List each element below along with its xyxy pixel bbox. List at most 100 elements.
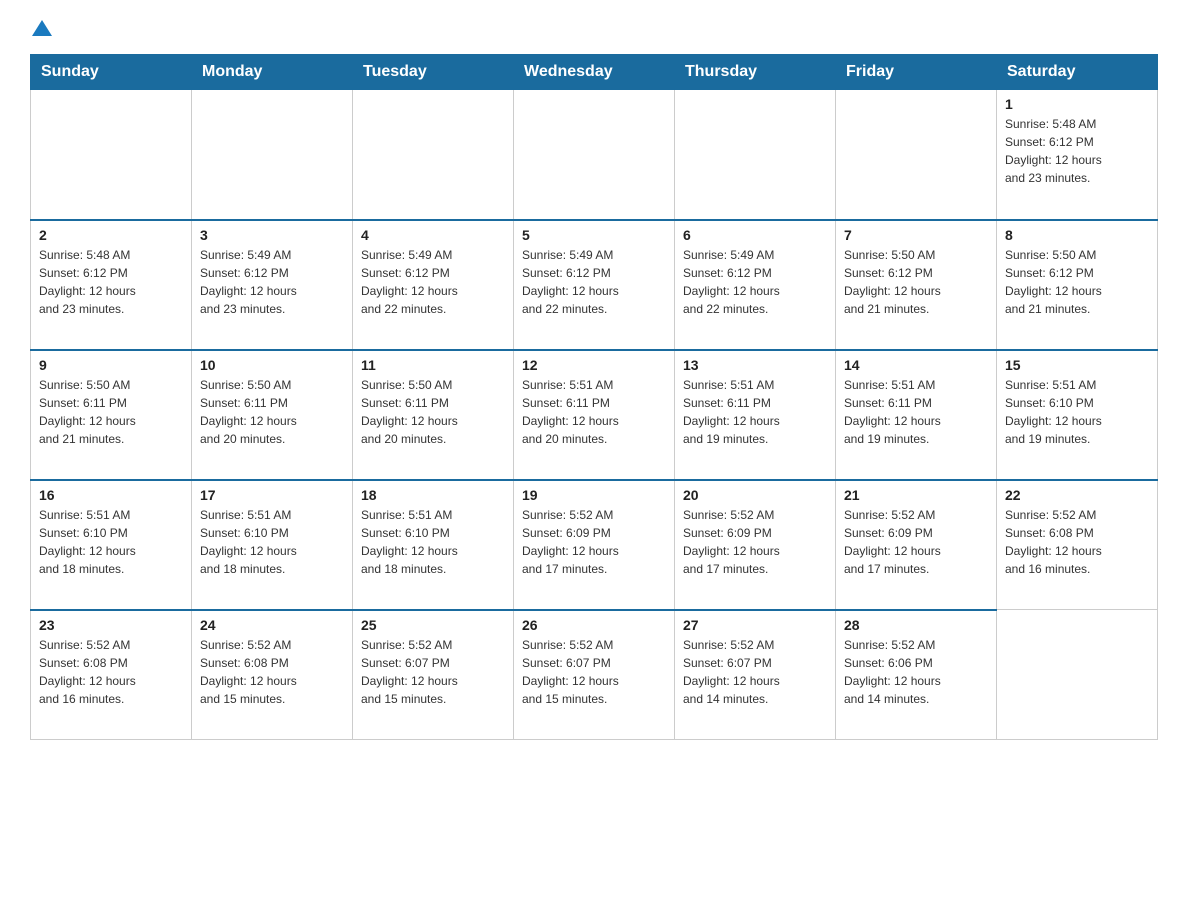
day-number: 9	[39, 357, 183, 373]
calendar-week-3: 9 Sunrise: 5:50 AM Sunset: 6:11 PM Daylig…	[31, 350, 1158, 480]
day-info: Sunrise: 5:52 AM Sunset: 6:06 PM Dayligh…	[844, 636, 988, 708]
day-number: 27	[683, 617, 827, 633]
day-info: Sunrise: 5:52 AM Sunset: 6:08 PM Dayligh…	[1005, 506, 1149, 578]
day-number: 14	[844, 357, 988, 373]
calendar-table: SundayMondayTuesdayWednesdayThursdayFrid…	[30, 54, 1158, 740]
calendar-cell: 8 Sunrise: 5:50 AM Sunset: 6:12 PM Daylig…	[997, 220, 1158, 350]
calendar-cell: 11Sunrise: 5:50 AM Sunset: 6:11 PM Dayli…	[353, 350, 514, 480]
day-info: Sunrise: 5:51 AM Sunset: 6:10 PM Dayligh…	[1005, 376, 1149, 448]
weekday-header-monday: Monday	[192, 55, 353, 90]
day-info: Sunrise: 5:52 AM Sunset: 6:08 PM Dayligh…	[39, 636, 183, 708]
day-number: 8	[1005, 227, 1149, 243]
day-number: 19	[522, 487, 666, 503]
day-info: Sunrise: 5:49 AM Sunset: 6:12 PM Dayligh…	[200, 246, 344, 318]
day-info: Sunrise: 5:51 AM Sunset: 6:10 PM Dayligh…	[361, 506, 505, 578]
calendar-cell: 18 Sunrise: 5:51 AM Sunset: 6:10 PM Dayli…	[353, 480, 514, 610]
calendar-cell	[836, 90, 997, 220]
day-number: 15	[1005, 357, 1149, 373]
weekday-header-sunday: Sunday	[31, 55, 192, 90]
weekday-header-tuesday: Tuesday	[353, 55, 514, 90]
calendar-cell: 1 Sunrise: 5:48 AM Sunset: 6:12 PM Daylig…	[997, 90, 1158, 220]
day-number: 28	[844, 617, 988, 633]
calendar-cell: 27 Sunrise: 5:52 AM Sunset: 6:07 PM Dayli…	[675, 610, 836, 740]
day-info: Sunrise: 5:52 AM Sunset: 6:07 PM Dayligh…	[683, 636, 827, 708]
day-info: Sunrise: 5:52 AM Sunset: 6:09 PM Dayligh…	[522, 506, 666, 578]
weekday-header-saturday: Saturday	[997, 55, 1158, 90]
day-number: 21	[844, 487, 988, 503]
day-number: 1	[1005, 96, 1149, 112]
day-info: Sunrise: 5:52 AM Sunset: 6:09 PM Dayligh…	[683, 506, 827, 578]
weekday-header-friday: Friday	[836, 55, 997, 90]
day-number: 16	[39, 487, 183, 503]
calendar-cell	[192, 90, 353, 220]
calendar-cell: 14 Sunrise: 5:51 AM Sunset: 6:11 PM Dayli…	[836, 350, 997, 480]
logo-arrow-icon	[32, 20, 52, 36]
day-number: 20	[683, 487, 827, 503]
calendar-cell	[675, 90, 836, 220]
calendar-cell: 22 Sunrise: 5:52 AM Sunset: 6:08 PM Dayli…	[997, 480, 1158, 610]
calendar-cell	[353, 90, 514, 220]
day-number: 18	[361, 487, 505, 503]
calendar-cell: 17 Sunrise: 5:51 AM Sunset: 6:10 PM Dayli…	[192, 480, 353, 610]
day-info: Sunrise: 5:51 AM Sunset: 6:11 PM Dayligh…	[683, 376, 827, 448]
calendar-cell: 21 Sunrise: 5:52 AM Sunset: 6:09 PM Dayli…	[836, 480, 997, 610]
calendar-week-2: 2 Sunrise: 5:48 AM Sunset: 6:12 PM Daylig…	[31, 220, 1158, 350]
day-info: Sunrise: 5:49 AM Sunset: 6:12 PM Dayligh…	[522, 246, 666, 318]
weekday-header-wednesday: Wednesday	[514, 55, 675, 90]
day-info: Sunrise: 5:48 AM Sunset: 6:12 PM Dayligh…	[1005, 115, 1149, 187]
day-info: Sunrise: 5:49 AM Sunset: 6:12 PM Dayligh…	[683, 246, 827, 318]
day-info: Sunrise: 5:50 AM Sunset: 6:11 PM Dayligh…	[39, 376, 183, 448]
day-info: Sunrise: 5:52 AM Sunset: 6:08 PM Dayligh…	[200, 636, 344, 708]
day-number: 13	[683, 357, 827, 373]
weekday-header-thursday: Thursday	[675, 55, 836, 90]
day-info: Sunrise: 5:52 AM Sunset: 6:07 PM Dayligh…	[361, 636, 505, 708]
calendar-cell: 6 Sunrise: 5:49 AM Sunset: 6:12 PM Daylig…	[675, 220, 836, 350]
calendar-cell: 25 Sunrise: 5:52 AM Sunset: 6:07 PM Dayli…	[353, 610, 514, 740]
calendar-cell: 26 Sunrise: 5:52 AM Sunset: 6:07 PM Dayli…	[514, 610, 675, 740]
calendar-cell: 28 Sunrise: 5:52 AM Sunset: 6:06 PM Dayli…	[836, 610, 997, 740]
day-info: Sunrise: 5:50 AM Sunset: 6:11 PM Dayligh…	[200, 376, 344, 448]
day-number: 24	[200, 617, 344, 633]
day-number: 7	[844, 227, 988, 243]
day-info: Sunrise: 5:51 AM Sunset: 6:10 PM Dayligh…	[200, 506, 344, 578]
day-number: 10	[200, 357, 344, 373]
day-number: 6	[683, 227, 827, 243]
day-info: Sunrise: 5:52 AM Sunset: 6:07 PM Dayligh…	[522, 636, 666, 708]
day-info: Sunrise: 5:51 AM Sunset: 6:11 PM Dayligh…	[844, 376, 988, 448]
calendar-cell: 9 Sunrise: 5:50 AM Sunset: 6:11 PM Daylig…	[31, 350, 192, 480]
page-header	[30, 20, 1158, 34]
calendar-week-1: 1 Sunrise: 5:48 AM Sunset: 6:12 PM Daylig…	[31, 90, 1158, 220]
calendar-cell	[997, 610, 1158, 740]
calendar-cell: 16 Sunrise: 5:51 AM Sunset: 6:10 PM Dayli…	[31, 480, 192, 610]
day-number: 26	[522, 617, 666, 633]
calendar-cell: 13 Sunrise: 5:51 AM Sunset: 6:11 PM Dayli…	[675, 350, 836, 480]
day-number: 4	[361, 227, 505, 243]
calendar-week-5: 23Sunrise: 5:52 AM Sunset: 6:08 PM Dayli…	[31, 610, 1158, 740]
day-number: 5	[522, 227, 666, 243]
calendar-cell: 15 Sunrise: 5:51 AM Sunset: 6:10 PM Dayli…	[997, 350, 1158, 480]
calendar-cell: 2 Sunrise: 5:48 AM Sunset: 6:12 PM Daylig…	[31, 220, 192, 350]
calendar-cell	[514, 90, 675, 220]
calendar-cell: 7Sunrise: 5:50 AM Sunset: 6:12 PM Daylig…	[836, 220, 997, 350]
day-number: 25	[361, 617, 505, 633]
calendar-cell	[31, 90, 192, 220]
calendar-week-4: 16 Sunrise: 5:51 AM Sunset: 6:10 PM Dayli…	[31, 480, 1158, 610]
day-info: Sunrise: 5:52 AM Sunset: 6:09 PM Dayligh…	[844, 506, 988, 578]
calendar-cell: 4 Sunrise: 5:49 AM Sunset: 6:12 PM Daylig…	[353, 220, 514, 350]
day-number: 17	[200, 487, 344, 503]
day-info: Sunrise: 5:48 AM Sunset: 6:12 PM Dayligh…	[39, 246, 183, 318]
day-info: Sunrise: 5:50 AM Sunset: 6:12 PM Dayligh…	[1005, 246, 1149, 318]
calendar-header-row: SundayMondayTuesdayWednesdayThursdayFrid…	[31, 55, 1158, 90]
calendar-cell: 24 Sunrise: 5:52 AM Sunset: 6:08 PM Dayli…	[192, 610, 353, 740]
day-number: 3	[200, 227, 344, 243]
day-info: Sunrise: 5:51 AM Sunset: 6:11 PM Dayligh…	[522, 376, 666, 448]
day-info: Sunrise: 5:51 AM Sunset: 6:10 PM Dayligh…	[39, 506, 183, 578]
calendar-cell: 23Sunrise: 5:52 AM Sunset: 6:08 PM Dayli…	[31, 610, 192, 740]
day-info: Sunrise: 5:49 AM Sunset: 6:12 PM Dayligh…	[361, 246, 505, 318]
logo	[30, 20, 52, 34]
day-number: 22	[1005, 487, 1149, 503]
calendar-cell: 12Sunrise: 5:51 AM Sunset: 6:11 PM Dayli…	[514, 350, 675, 480]
day-number: 11	[361, 357, 505, 373]
calendar-cell: 5 Sunrise: 5:49 AM Sunset: 6:12 PM Daylig…	[514, 220, 675, 350]
day-number: 2	[39, 227, 183, 243]
